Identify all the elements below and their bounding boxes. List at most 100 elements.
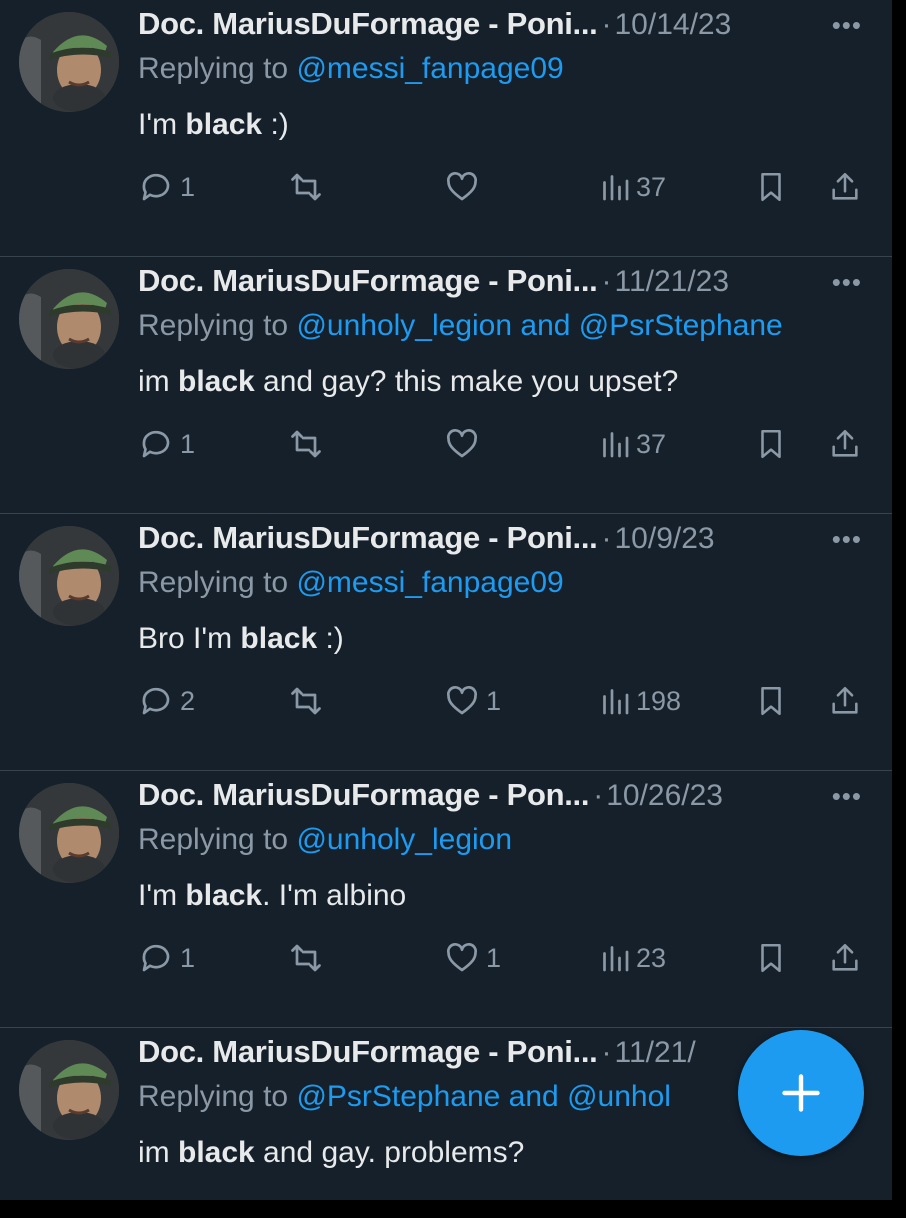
tweet-text-bold: black (185, 879, 263, 912)
retweet-icon (291, 687, 321, 715)
like-button[interactable] (444, 165, 486, 209)
tweet-header: Doc. MariusDuFormage - Poni... · 11/21/ (138, 1034, 696, 1070)
tweet-date[interactable]: 10/14/23 (615, 8, 732, 42)
retweet-icon (291, 944, 321, 972)
avatar[interactable] (19, 783, 119, 883)
tweet-text-bold: black (178, 1136, 255, 1169)
plus-icon (782, 1074, 820, 1112)
separator-dot: · (601, 265, 612, 298)
retweet-button[interactable] (288, 422, 324, 466)
bookmark-icon (761, 686, 781, 716)
compose-tweet-button[interactable] (738, 1030, 864, 1156)
reply-button[interactable]: 2 (138, 679, 195, 723)
mention-link[interactable]: @PsrStephane (296, 1080, 500, 1113)
reply-button[interactable]: 1 (138, 422, 195, 466)
like-button[interactable]: 1 (444, 679, 501, 723)
tweet-header: Doc. MariusDuFormage - Pon... · 10/26/23 (138, 777, 723, 813)
tweet-text-part: and gay? this make you upset? (254, 365, 679, 398)
mention-link[interactable]: @unholy_legion (296, 823, 512, 856)
author-name[interactable]: Doc. MariusDuFormage - Poni... (138, 1034, 598, 1070)
views-button[interactable]: 37 (600, 422, 666, 466)
more-options-icon[interactable]: ••• (832, 10, 862, 41)
share-icon (832, 943, 858, 971)
reply-count: 1 (180, 428, 196, 459)
reply-button[interactable]: 1 (138, 936, 195, 980)
bookmark-button[interactable] (754, 422, 788, 466)
retweet-button[interactable] (288, 679, 324, 723)
tweet-text-part: im (138, 365, 178, 398)
comment-icon (142, 687, 170, 715)
author-name[interactable]: Doc. MariusDuFormage - Poni... (138, 6, 598, 42)
bookmark-button[interactable] (754, 936, 788, 980)
view-count: 37 (636, 428, 667, 459)
retweet-icon (291, 173, 321, 201)
view-count: 198 (636, 685, 682, 716)
avatar[interactable] (19, 12, 119, 112)
tweet-date[interactable]: 11/21/ (615, 1036, 696, 1070)
views-icon (603, 689, 629, 715)
more-options-icon[interactable]: ••• (832, 524, 862, 555)
tweet-text-bold: black (178, 365, 255, 398)
author-name[interactable]: Doc. MariusDuFormage - Pon... (138, 777, 589, 813)
views-button[interactable]: 23 (600, 936, 666, 980)
mention-link[interactable]: @unholy_legion (296, 309, 512, 342)
avatar-image (19, 1040, 119, 1140)
separator-dot: · (601, 522, 612, 555)
bookmark-button[interactable] (754, 165, 788, 209)
reply-button[interactable]: 1 (138, 165, 195, 209)
tweet[interactable]: Doc. MariusDuFormage - Pon... · 10/26/23… (0, 771, 892, 1028)
heart-icon (447, 686, 477, 715)
author-name[interactable]: Doc. MariusDuFormage - Poni... (138, 263, 598, 299)
bookmark-button[interactable] (754, 679, 788, 723)
mention-conjunction: and (500, 1080, 568, 1113)
author-name[interactable]: Doc. MariusDuFormage - Poni... (138, 520, 598, 556)
retweet-button[interactable] (288, 165, 324, 209)
more-options-icon[interactable]: ••• (832, 781, 862, 812)
tweet-text: I'm black. I'm albino (138, 879, 406, 913)
mention-link[interactable]: @messi_fanpage09 (296, 566, 563, 599)
tweet-text-part: Bro I'm (138, 622, 241, 655)
tweet-header: Doc. MariusDuFormage - Poni... · 10/14/2… (138, 6, 731, 42)
avatar[interactable] (19, 269, 119, 369)
separator-dot: · (601, 1036, 612, 1069)
comment-icon (142, 173, 170, 201)
share-button[interactable] (828, 165, 862, 209)
tweet-date[interactable]: 11/21/23 (615, 265, 730, 299)
heart-icon (447, 429, 477, 458)
avatar[interactable] (19, 526, 119, 626)
share-button[interactable] (828, 422, 862, 466)
share-button[interactable] (828, 936, 862, 980)
tweet[interactable]: Doc. MariusDuFormage - Poni... · 10/9/23… (0, 514, 892, 771)
comment-icon (142, 944, 170, 972)
tweet-header: Doc. MariusDuFormage - Poni... · 11/21/2… (138, 263, 729, 299)
tweet-date[interactable]: 10/9/23 (615, 522, 715, 556)
tweet-header: Doc. MariusDuFormage - Poni... · 10/9/23 (138, 520, 715, 556)
tweet[interactable]: Doc. MariusDuFormage - Poni... · 10/14/2… (0, 0, 892, 257)
view-count: 37 (636, 171, 667, 202)
mention-link[interactable]: @messi_fanpage09 (296, 52, 563, 85)
reply-context: Replying to @unholy_legion (138, 823, 512, 857)
reply-context: Replying to @PsrStephane and @unhol (138, 1080, 671, 1114)
like-button[interactable]: 1 (444, 936, 501, 980)
retweet-button[interactable] (288, 936, 324, 980)
tweet-text-bold: black (240, 622, 318, 655)
share-button[interactable] (828, 679, 862, 723)
separator-dot: · (601, 8, 612, 41)
like-count: 1 (486, 685, 502, 716)
tweet-date[interactable]: 10/26/23 (606, 779, 723, 813)
more-options-icon[interactable]: ••• (832, 267, 862, 298)
mention-link[interactable]: @unhol (567, 1080, 671, 1113)
views-button[interactable]: 37 (600, 165, 666, 209)
tweet-text-part: and gay. problems? (254, 1136, 525, 1169)
view-count: 23 (636, 942, 667, 973)
reply-count: 1 (180, 171, 196, 202)
avatar-image (19, 526, 119, 626)
timeline-feed: Doc. MariusDuFormage - Poni... · 10/14/2… (0, 0, 892, 1200)
views-button[interactable]: 198 (600, 679, 681, 723)
tweet[interactable]: Doc. MariusDuFormage - Poni... · 11/21/2… (0, 257, 892, 514)
avatar-image (19, 269, 119, 369)
mention-link[interactable]: @PsrStephane (579, 309, 783, 342)
like-button[interactable] (444, 422, 486, 466)
reply-prefix: Replying to (138, 52, 297, 85)
avatar[interactable] (19, 1040, 119, 1140)
